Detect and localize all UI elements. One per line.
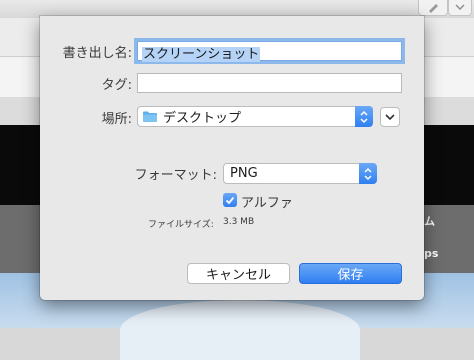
updown-chevron-icon (360, 110, 368, 123)
file-size-label: ファイルサイズ: (148, 220, 214, 230)
save-button-label: 保存 (337, 268, 364, 283)
save-as-field[interactable]: スクリーンショット (137, 41, 402, 62)
markup-toolbar-button[interactable] (418, 0, 448, 16)
expand-dialog-button[interactable] (380, 107, 400, 127)
folder-icon (143, 111, 157, 122)
alpha-checkbox[interactable] (223, 193, 237, 207)
cancel-button[interactable]: キャンセル (187, 263, 290, 284)
tags-field[interactable] (137, 73, 402, 93)
format-popup-arrows (359, 163, 377, 184)
chevron-down-icon (455, 4, 465, 10)
checkmark-icon (225, 196, 235, 204)
where-popup-arrows (355, 106, 373, 127)
format-popup[interactable]: PNG (223, 163, 377, 184)
chevron-down-icon (385, 114, 395, 121)
pen-icon (429, 4, 438, 13)
background-mountain (120, 300, 360, 360)
format-label: フォーマット: (134, 168, 217, 183)
save-as-value: スクリーンショット (142, 47, 261, 62)
format-value: PNG (230, 166, 258, 181)
export-dialog: 書き出し名: スクリーンショット タグ: 場所: デスクトップ フォーマット: … (40, 16, 424, 300)
save-as-label: 書き出し名: (62, 46, 132, 61)
save-button[interactable]: 保存 (299, 263, 402, 284)
where-label: 場所: (101, 112, 132, 127)
background-text-fragment: ps (424, 247, 439, 260)
tags-label: タグ: (101, 78, 132, 93)
cancel-button-label: キャンセル (205, 268, 271, 283)
where-value: デスクトップ (163, 111, 242, 126)
file-size-value: 3.3 MB (223, 217, 255, 227)
where-popup[interactable]: デスクトップ (137, 106, 373, 127)
updown-chevron-icon (364, 167, 372, 180)
alpha-label[interactable]: アルファ (241, 192, 293, 211)
background-text-fragment: ム (424, 215, 435, 228)
toolbar-dropdown-button[interactable] (448, 0, 472, 16)
